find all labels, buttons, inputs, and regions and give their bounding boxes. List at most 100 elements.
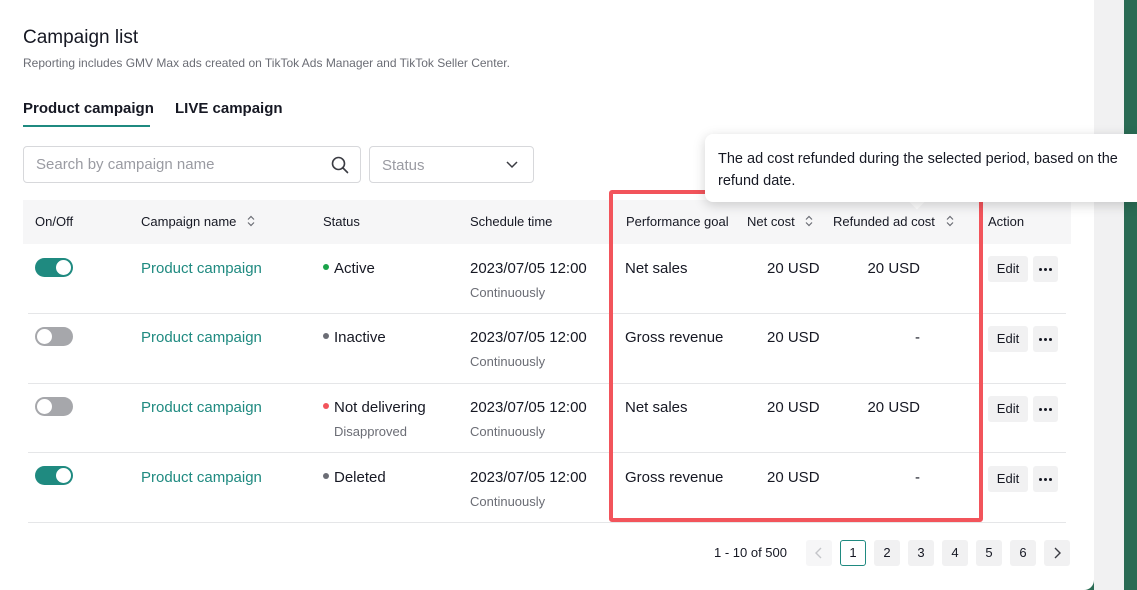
- toggle-knob: [56, 468, 71, 483]
- page-button[interactable]: 3: [908, 540, 934, 566]
- more-dot: [1039, 268, 1042, 271]
- campaign-name-link[interactable]: Product campaign: [141, 399, 262, 416]
- page-button[interactable]: 6: [1010, 540, 1036, 566]
- more-dot: [1049, 268, 1052, 271]
- search-icon[interactable]: [331, 156, 349, 174]
- column-performance-goal: Performance goal: [626, 214, 729, 229]
- status-select[interactable]: Status: [369, 146, 534, 183]
- more-dot: [1049, 478, 1052, 481]
- edit-button[interactable]: Edit: [988, 326, 1028, 352]
- chevron-down-icon: [506, 161, 518, 169]
- toggle-knob: [37, 399, 52, 414]
- more-dot: [1044, 478, 1047, 481]
- more-dot: [1039, 478, 1042, 481]
- schedule-time: 2023/07/05 12:00: [470, 469, 587, 486]
- status-dot: [323, 473, 329, 479]
- more-options-icon[interactable]: [1033, 326, 1058, 352]
- campaign-toggle[interactable]: [35, 466, 73, 485]
- status-select-placeholder: Status: [382, 157, 425, 174]
- status-text: Not delivering: [334, 399, 426, 416]
- more-dot: [1044, 268, 1047, 271]
- refunded-ad-cost: -: [915, 329, 920, 346]
- performance-goal: Net sales: [625, 260, 688, 277]
- more-options-icon[interactable]: [1033, 466, 1058, 492]
- schedule-sub: Continuously: [470, 424, 546, 439]
- row-divider: [28, 452, 1066, 453]
- net-cost: 20 USD: [767, 329, 820, 346]
- sort-icon[interactable]: [946, 215, 954, 227]
- edit-button[interactable]: Edit: [988, 256, 1028, 282]
- more-options-icon[interactable]: [1033, 396, 1058, 422]
- status-dot: [323, 333, 329, 339]
- schedule-time: 2023/07/05 12:00: [470, 260, 587, 277]
- more-dot: [1039, 408, 1042, 411]
- refunded-ad-cost: 20 USD: [867, 399, 920, 416]
- toggle-knob: [56, 260, 71, 275]
- status-text: Inactive: [334, 329, 386, 346]
- column-campaign-name[interactable]: Campaign name: [141, 214, 255, 229]
- next-page-button[interactable]: [1044, 540, 1070, 566]
- column-schedule-time: Schedule time: [470, 214, 553, 229]
- performance-goal: Gross revenue: [625, 329, 724, 346]
- status-cell: Deleted: [323, 469, 386, 486]
- more-dot: [1049, 338, 1052, 341]
- status-cell: Active: [323, 260, 375, 277]
- page-button[interactable]: 2: [874, 540, 900, 566]
- sort-icon[interactable]: [247, 215, 255, 227]
- tab-product-campaign[interactable]: Product campaign: [23, 100, 154, 117]
- net-cost: 20 USD: [767, 469, 820, 486]
- campaign-name-link[interactable]: Product campaign: [141, 469, 262, 486]
- schedule-sub: Continuously: [470, 354, 546, 369]
- column-net-cost[interactable]: Net cost: [747, 214, 813, 229]
- page-button[interactable]: 4: [942, 540, 968, 566]
- side-panel-edge: [1094, 0, 1124, 590]
- column-status: Status: [323, 214, 360, 229]
- schedule-sub: Continuously: [470, 285, 546, 300]
- campaign-toggle[interactable]: [35, 258, 73, 277]
- page-button[interactable]: 5: [976, 540, 1002, 566]
- tab-live-campaign[interactable]: LIVE campaign: [175, 100, 283, 117]
- column-onoff: On/Off: [35, 214, 74, 229]
- campaign-toggle[interactable]: [35, 397, 73, 416]
- more-dot: [1044, 338, 1047, 341]
- toggle-knob: [37, 329, 52, 344]
- column-refunded-ad-cost[interactable]: Refunded ad cost: [833, 214, 954, 229]
- page-button[interactable]: 1: [840, 540, 866, 566]
- status-dot: [323, 264, 329, 270]
- edit-button[interactable]: Edit: [988, 396, 1028, 422]
- prev-page-button[interactable]: [806, 540, 832, 566]
- status-cell: Not delivering: [323, 399, 426, 416]
- more-options-icon[interactable]: [1033, 256, 1058, 282]
- page-title: Campaign list: [23, 27, 139, 48]
- sort-icon[interactable]: [805, 215, 813, 227]
- campaign-list-card: Campaign list Reporting includes GMV Max…: [0, 0, 1094, 590]
- schedule-time: 2023/07/05 12:00: [470, 399, 587, 416]
- performance-goal: Net sales: [625, 399, 688, 416]
- refunded-ad-cost: -: [915, 469, 920, 486]
- row-divider: [28, 313, 1066, 314]
- column-refunded-label: Refunded ad cost: [833, 214, 935, 229]
- net-cost: 20 USD: [767, 260, 820, 277]
- refunded-ad-cost: 20 USD: [867, 260, 920, 277]
- refunded-ad-cost-tooltip: The ad cost refunded during the selected…: [705, 134, 1137, 202]
- column-net-cost-label: Net cost: [747, 214, 795, 229]
- chevron-right-icon: [1054, 547, 1061, 559]
- search-box[interactable]: [23, 146, 361, 183]
- chevron-left-icon: [815, 547, 822, 559]
- status-cell: Inactive: [323, 329, 386, 346]
- net-cost: 20 USD: [767, 399, 820, 416]
- status-reason: Disapproved: [334, 424, 407, 439]
- campaign-name-link[interactable]: Product campaign: [141, 260, 262, 277]
- column-action: Action: [988, 214, 1025, 229]
- status-dot: [323, 403, 329, 409]
- campaign-name-link[interactable]: Product campaign: [141, 329, 262, 346]
- more-dot: [1044, 408, 1047, 411]
- more-dot: [1049, 408, 1052, 411]
- more-dot: [1039, 338, 1042, 341]
- schedule-time: 2023/07/05 12:00: [470, 329, 587, 346]
- edit-button[interactable]: Edit: [988, 466, 1028, 492]
- campaign-toggle[interactable]: [35, 327, 73, 346]
- column-campaign-name-label: Campaign name: [141, 214, 237, 229]
- status-text: Deleted: [334, 469, 386, 486]
- search-input[interactable]: [24, 147, 304, 182]
